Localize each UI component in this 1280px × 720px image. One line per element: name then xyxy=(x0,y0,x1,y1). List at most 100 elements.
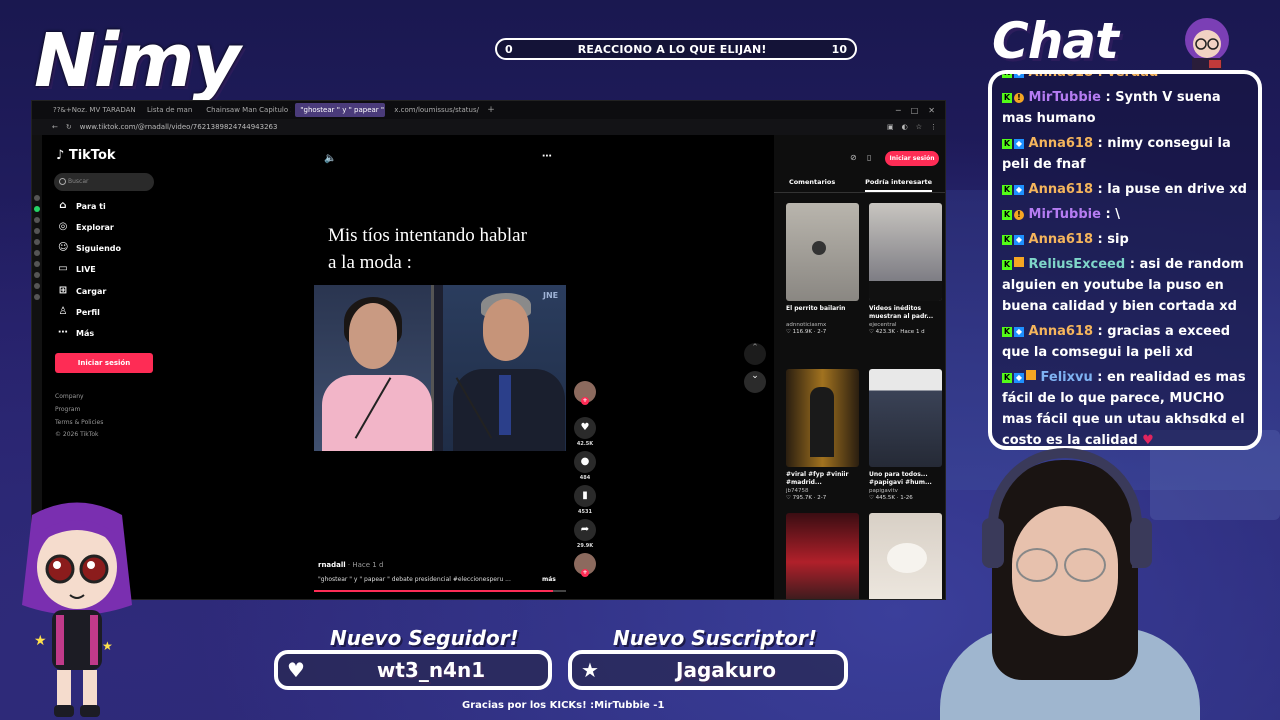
window-controls: ─ □ ✕ xyxy=(896,106,945,115)
profile-icon: ♙ xyxy=(58,306,68,317)
like-action[interactable]: ♥ 42.5K xyxy=(570,417,600,447)
video-progress[interactable] xyxy=(314,590,566,592)
browser-tab-active[interactable]: "ghostear " y " papear " xyxy=(295,103,386,117)
nav-item-explorar[interactable]: ◎ Explorar xyxy=(58,222,114,232)
extension-icon[interactable]: ▣ xyxy=(887,123,894,131)
nav-item-mas[interactable]: ⋯ Más xyxy=(58,328,94,338)
nav-item-live[interactable]: ▭ LIVE xyxy=(58,264,95,274)
extension-icon[interactable]: ◐ xyxy=(902,123,908,131)
reload-icon[interactable]: ↻ xyxy=(66,123,72,131)
sidebar-app-icon[interactable] xyxy=(34,195,40,201)
chat-username[interactable]: Anna618 xyxy=(1029,182,1093,197)
author-avatar[interactable] xyxy=(574,381,596,405)
login-button[interactable]: Iniciar sesión xyxy=(55,353,153,373)
sidebar-app-icon[interactable] xyxy=(34,261,40,267)
kick-badge-icon: K xyxy=(1002,260,1012,270)
new-tab-icon[interactable]: + xyxy=(483,105,499,115)
more-link[interactable]: más xyxy=(542,576,556,583)
discord-icon[interactable] xyxy=(34,250,40,256)
video-progress-fill xyxy=(314,590,554,592)
footer-link[interactable]: Program xyxy=(55,406,80,413)
subscriber-alert-box: ★ Jagakuro xyxy=(568,650,848,690)
follower-alert-box: ♥ wt3_n4n1 xyxy=(274,650,552,690)
close-icon[interactable]: ✕ xyxy=(928,106,935,115)
chat-username[interactable]: ReliusExceed xyxy=(1029,257,1126,272)
video-player[interactable]: 🔈 ⋯ Mis tíos intentando hablar a la moda… xyxy=(314,135,566,599)
tab-podria-interesarte[interactable]: Podría interesarte xyxy=(865,175,933,192)
comment-action[interactable]: ● 484 xyxy=(570,451,600,481)
browser-tab[interactable]: x.com/loumissus/status/ xyxy=(389,103,479,117)
chat-username[interactable]: Anna618 xyxy=(1029,324,1093,339)
nav-item-cargar[interactable]: ⊞ Cargar xyxy=(58,286,107,296)
whatsapp-icon[interactable] xyxy=(34,206,40,212)
save-action[interactable]: ▮ 4531 xyxy=(570,485,600,515)
heart-icon: ♥ xyxy=(287,658,305,682)
chat-message: K! MirTubbie : Synth V suena mas humano xyxy=(1002,90,1221,126)
svg-text:★: ★ xyxy=(34,633,47,649)
chat-username[interactable]: MirTubbie xyxy=(1029,90,1101,105)
bookmark-icon: ▮ xyxy=(574,485,596,507)
subscriber-name: Jagakuro xyxy=(676,658,776,682)
goal-left: 0 xyxy=(505,42,513,56)
video-actions: ♥42.5K ●484 ▮4531 ➦29.9K xyxy=(570,381,600,589)
follower-alert-label: Nuevo Seguidor! xyxy=(330,626,519,650)
instagram-icon[interactable] xyxy=(34,217,40,223)
chat-text: sip xyxy=(1107,232,1129,247)
nav-item-para-ti[interactable]: ⌂ Para ti xyxy=(58,201,105,211)
kick-badge-icon: K xyxy=(1002,93,1012,103)
compass-icon: ◎ xyxy=(58,221,68,232)
browser-window: ??&+Noz. MV TARADAN Lista de man Chainsa… xyxy=(31,100,946,600)
footer-link[interactable]: Terms & Policies xyxy=(55,419,103,426)
browser-tab[interactable]: ??&+Noz. MV TARADAN xyxy=(48,103,138,117)
panel-login-button[interactable]: Iniciar sesión xyxy=(885,151,939,166)
video-card[interactable]: Videos inéditos muestran al padr... ejec… xyxy=(869,203,942,335)
url-field[interactable]: www.tiktok.com/@rnadall/video/7621389824… xyxy=(80,123,278,131)
previous-video-icon[interactable]: ⌃ xyxy=(744,343,766,365)
tab-comentarios[interactable]: Comentarios xyxy=(789,175,835,192)
chat-username[interactable]: Felixvu xyxy=(1041,370,1093,385)
browser-tab[interactable]: Chainsaw Man Capitulo 2 xyxy=(201,103,291,117)
video-card[interactable]: El perrito bailarin adnnoticiasmx ♡ 116.… xyxy=(786,203,859,335)
video-options-icon[interactable]: ⋯ xyxy=(542,151,552,162)
tiktok-logo[interactable]: ♪ TikTok xyxy=(56,148,116,163)
chat-username[interactable]: MirTubbie xyxy=(1029,207,1101,222)
settings-icon[interactable] xyxy=(34,294,40,300)
video-description: "ghostear " y " papear " debate presiden… xyxy=(318,576,511,583)
copyright-text: © 2026 TikTok xyxy=(55,431,99,438)
nav-item-perfil[interactable]: ♙ Perfil xyxy=(58,307,100,317)
bookmark-icon[interactable]: ☆ xyxy=(916,123,922,131)
footer-link[interactable]: Company xyxy=(55,393,84,400)
video-card[interactable] xyxy=(786,513,859,599)
phone-icon[interactable]: ▯ xyxy=(867,153,877,163)
mod-badge-icon: ◆ xyxy=(1014,327,1024,337)
comment-icon: ● xyxy=(574,451,596,473)
recommendations-panel: ⊘ ▯ Iniciar sesión Comentarios Podría in… xyxy=(774,135,945,599)
volume-icon[interactable]: 🔈 xyxy=(324,153,336,164)
chat-message: K ◆ Felixvu : en realidad es mas fácil de… xyxy=(1002,370,1246,448)
browser-tab[interactable]: Lista de man xyxy=(142,103,197,117)
chat-username[interactable]: Anna618 xyxy=(1029,136,1093,151)
next-video-icon[interactable]: ⌄ xyxy=(744,371,766,393)
share-action[interactable]: ➦ 29.9K xyxy=(570,519,600,549)
video-caption: Mis tíos intentando hablar a la moda : xyxy=(328,225,527,273)
tag-icon[interactable]: ⊘ xyxy=(850,153,860,163)
sound-avatar[interactable] xyxy=(574,553,596,577)
chat-username[interactable]: Anna618 xyxy=(1029,232,1093,247)
nav-item-siguiendo[interactable]: ☺ Siguiendo xyxy=(58,243,121,253)
kick-badge-icon: K xyxy=(1002,327,1012,337)
tiktok-icon[interactable] xyxy=(34,239,40,245)
search-input[interactable]: Buscar xyxy=(54,173,154,191)
mod-badge-icon: ◆ xyxy=(1014,235,1024,245)
sidebar-app-icon[interactable] xyxy=(34,272,40,278)
headphone-earcup xyxy=(1130,518,1152,568)
sidebar-app-icon[interactable] xyxy=(34,283,40,289)
gift-badge-icon xyxy=(1014,257,1024,267)
minimize-icon[interactable]: ─ xyxy=(896,106,901,115)
back-icon[interactable]: ← xyxy=(52,123,58,131)
video-card[interactable]: #viral #fyp #viniir #madrid... jb74758 ♡… xyxy=(786,369,859,501)
maximize-icon[interactable]: □ xyxy=(911,106,919,115)
menu-icon[interactable]: ⋮ xyxy=(930,123,937,131)
goal-bar: 0 REACCIONO A LO QUE ELIJAN! 10 xyxy=(495,38,857,60)
sidebar-app-icon[interactable] xyxy=(34,228,40,234)
video-author[interactable]: rnadall · Hace 1 d xyxy=(318,561,383,569)
